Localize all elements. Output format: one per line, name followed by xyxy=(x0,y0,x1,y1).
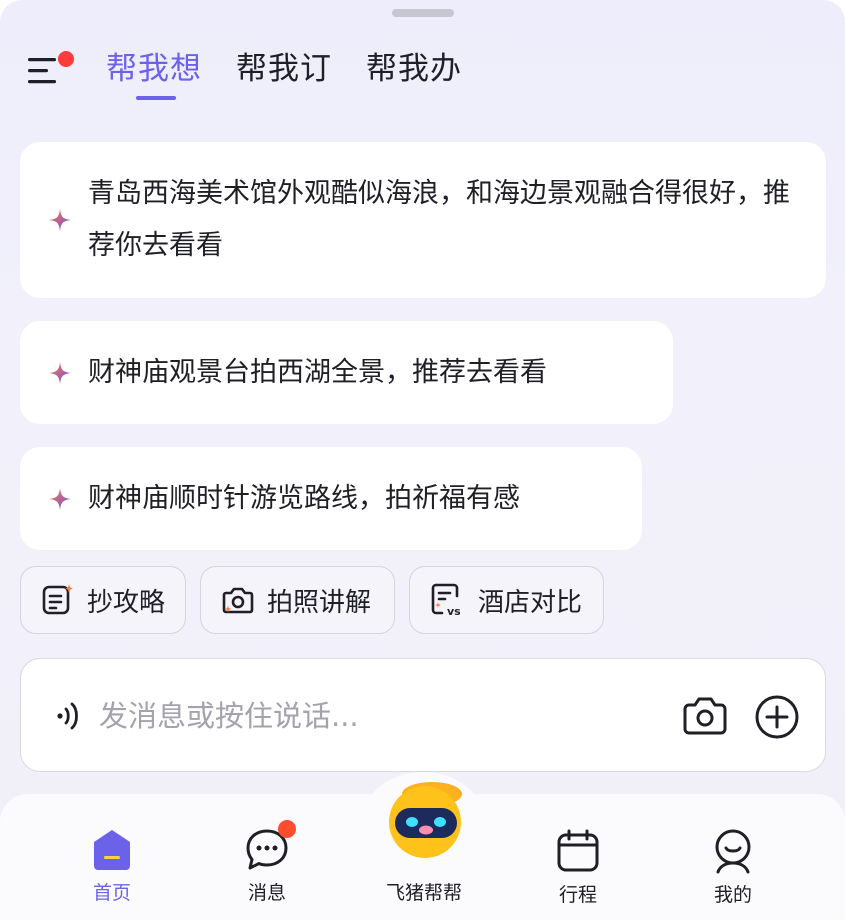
suggestion-card[interactable]: 财神庙顺时针游览路线，拍祈福有感 xyxy=(20,447,642,550)
hotel-compare-chip[interactable]: vs 酒店对比 xyxy=(409,566,604,634)
tab-book-label: 帮我订 xyxy=(236,51,332,87)
sheet-grab-handle[interactable] xyxy=(392,9,454,17)
profile-icon xyxy=(715,829,751,874)
svg-text:vs: vs xyxy=(447,605,461,618)
nav-assistant-label[interactable]: 飞猪帮帮 xyxy=(362,878,486,905)
calendar-icon xyxy=(557,829,599,872)
nav-profile-label: 我的 xyxy=(713,884,752,906)
active-tab-indicator xyxy=(136,96,176,100)
camera-icon[interactable] xyxy=(681,693,729,739)
sparkle-icon xyxy=(49,209,71,231)
suggestion-text: 财神庙顺时针游览路线，拍祈福有感 xyxy=(88,482,520,514)
hotel-compare-label: 酒店对比 xyxy=(478,587,583,618)
voice-icon[interactable] xyxy=(55,701,85,731)
tab-handle[interactable]: 帮我办 xyxy=(366,48,462,90)
nav-itinerary-label: 行程 xyxy=(558,884,597,906)
message-composer xyxy=(20,658,826,772)
tab-think[interactable]: 帮我想 xyxy=(106,48,202,100)
sparkle-icon xyxy=(49,488,71,510)
plus-icon[interactable] xyxy=(753,693,801,741)
suggestion-card[interactable]: 青岛西海美术馆外观酷似海浪，和海边景观融合得很好，推荐你去看看 xyxy=(20,142,826,298)
tab-think-label: 帮我想 xyxy=(106,51,202,87)
tab-handle-label: 帮我办 xyxy=(366,51,462,87)
camera-sparkle-icon xyxy=(222,587,254,614)
sparkle-icon xyxy=(49,362,71,384)
note-sparkle-icon xyxy=(42,584,73,615)
app-screen: 帮我想 帮我订 帮我办 青岛西海美术馆外观酷似海浪，和海边景观融合得很好，推荐你… xyxy=(0,0,845,920)
suggestion-card[interactable]: 财神庙观景台拍西湖全景，推荐去看看 xyxy=(20,321,673,424)
nav-profile[interactable]: 我的 xyxy=(678,828,788,907)
menu-notification-dot xyxy=(58,51,74,67)
nav-messages-label: 消息 xyxy=(247,882,286,904)
photo-explain-label: 拍照讲解 xyxy=(267,587,372,618)
tab-book[interactable]: 帮我订 xyxy=(236,48,332,90)
nav-home[interactable]: 首页 xyxy=(57,828,167,905)
home-icon xyxy=(94,830,130,870)
mode-tabs: 帮我想 帮我订 帮我办 xyxy=(106,48,462,100)
messages-badge xyxy=(278,820,296,838)
menu-button[interactable] xyxy=(26,50,74,92)
suggestion-text: 财神庙观景台拍西湖全景，推荐去看看 xyxy=(88,356,547,388)
nav-itinerary[interactable]: 行程 xyxy=(523,828,633,907)
compare-vs-icon: vs xyxy=(431,583,461,618)
mascot-icon[interactable] xyxy=(384,780,470,860)
copy-guide-chip[interactable]: 抄攻略 xyxy=(20,566,186,634)
copy-guide-label: 抄攻略 xyxy=(87,587,166,618)
nav-messages[interactable]: 消息 xyxy=(212,820,322,905)
photo-explain-chip[interactable]: 拍照讲解 xyxy=(200,566,395,634)
message-input[interactable] xyxy=(99,689,659,743)
nav-home-label: 首页 xyxy=(92,882,131,904)
suggestion-text: 青岛西海美术馆外观酷似海浪，和海边景观融合得很好，推荐你去看看 xyxy=(88,178,790,261)
